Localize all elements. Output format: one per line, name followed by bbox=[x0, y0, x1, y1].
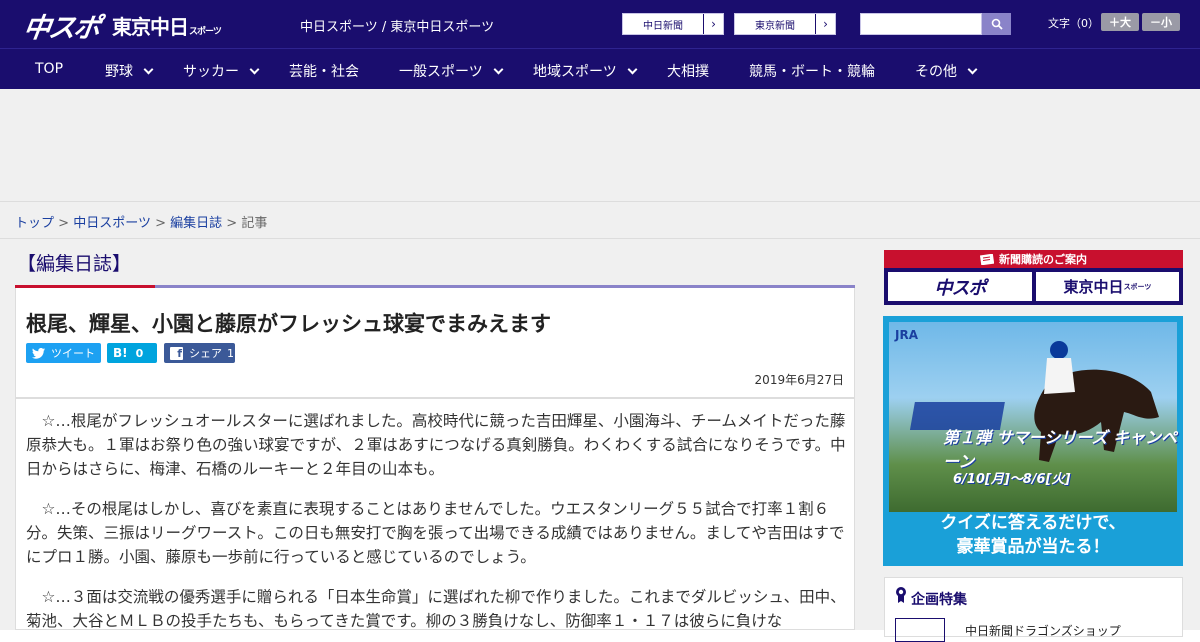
jra-campaign-title: 第１弾 サマーシリーズ キャンペーン bbox=[943, 428, 1178, 471]
facebook-icon: f bbox=[170, 346, 183, 360]
article-date: 2019年6月27日 bbox=[754, 373, 844, 387]
chevron-right-icon: › bbox=[703, 14, 723, 34]
feature-item-link[interactable]: 中日新聞ドラゴンズショップ bbox=[965, 622, 1121, 639]
nav-item-entertainment[interactable]: 芸能・社会 bbox=[289, 61, 359, 81]
nav-label: 大相撲 bbox=[667, 64, 709, 80]
chevron-down-icon bbox=[493, 64, 504, 74]
tweet-label: ツイート bbox=[51, 347, 95, 360]
nav-item-baseball[interactable]: 野球 bbox=[105, 61, 154, 81]
breadcrumb-chunichi-sports[interactable]: 中日スポーツ bbox=[73, 216, 151, 231]
jra-ad-copy: クイズに答えるだけで、 豪華賞品が当たる！ bbox=[883, 511, 1183, 559]
article-paragraph: ☆…３面は交流戦の優秀選手に贈られる「日本生命賞」に選ばれた柳で作りました。これ… bbox=[26, 588, 846, 630]
nav-item-racing[interactable]: 競馬・ボート・競輪 bbox=[749, 61, 875, 81]
chevron-down-icon bbox=[967, 64, 978, 74]
jra-ad-banner[interactable]: JRA 第１弾 サマーシリーズ キャンペーン 6/10[月]～8/6[火] クイ… bbox=[883, 316, 1183, 566]
nav-label: 野球 bbox=[105, 64, 133, 80]
feature-box: 企画特集 中日新聞ドラゴンズショップ bbox=[884, 577, 1183, 642]
chuspo-subscribe-logo[interactable]: 中スポ bbox=[888, 272, 1032, 301]
nav-item-general-sports[interactable]: 一般スポーツ bbox=[399, 61, 504, 81]
article-header-card: 根尾、輝星、小園と藤原がフレッシュ球宴でまみえます ツイート B! 0 f シェ… bbox=[15, 288, 855, 398]
nav-label: 芸能・社会 bbox=[289, 64, 359, 80]
chevron-down-icon bbox=[143, 64, 154, 74]
subscription-box[interactable]: 新聞購読のご案内 中スポ 東京中日 スポーツ bbox=[884, 250, 1183, 305]
breadcrumb-current: 記事 bbox=[241, 216, 268, 231]
nav-label: サッカー bbox=[183, 64, 239, 80]
search-icon bbox=[991, 18, 1003, 30]
search-input[interactable] bbox=[860, 13, 982, 35]
newspaper-icon bbox=[980, 253, 994, 265]
main-nav: TOP 野球 サッカー 芸能・社会 一般スポーツ 地域スポーツ 大相撲 競馬・ボ… bbox=[0, 48, 1200, 89]
tweet-button[interactable]: ツイート bbox=[26, 343, 101, 363]
tokyo-chunichi-logo-small: スポーツ bbox=[189, 27, 222, 37]
tokyo-chunichi-subscribe-small: スポーツ bbox=[1123, 282, 1152, 291]
chevron-down-icon bbox=[627, 64, 638, 74]
share-label: シェア bbox=[189, 347, 222, 360]
breadcrumb-top[interactable]: トップ bbox=[15, 216, 54, 231]
article-headline: 根尾、輝星、小園と藤原がフレッシュ球宴でまみえます bbox=[26, 312, 551, 336]
tokyo-chunichi-logo-text: 東京中日 bbox=[112, 15, 189, 39]
tokyo-chunichi-subscribe-logo[interactable]: 東京中日 スポーツ bbox=[1036, 272, 1179, 301]
facebook-share-button[interactable]: f シェア 1 bbox=[164, 343, 235, 363]
nav-item-sumo[interactable]: 大相撲 bbox=[667, 61, 709, 81]
nav-item-other[interactable]: その他 bbox=[915, 61, 978, 81]
font-larger-button[interactable]: ＋大 bbox=[1101, 13, 1139, 31]
font-size-label: 文字（0） bbox=[1048, 17, 1099, 30]
hatena-bookmark-button[interactable]: B! 0 bbox=[107, 343, 157, 363]
ad-banner-space bbox=[0, 89, 1200, 201]
nav-label: 競馬・ボート・競輪 bbox=[749, 64, 875, 80]
article-paragraph: ☆…その根尾はしかし、喜びを素直に表現することはありませんでした。ウエスタンリー… bbox=[26, 500, 845, 566]
breadcrumb-section[interactable]: 編集日誌 bbox=[170, 216, 222, 231]
section-title: 【編集日誌】 bbox=[17, 253, 132, 275]
top-header: 中スポ 東京中日スポーツ 中日スポーツ / 東京中日スポーツ 中日新聞 › 東京… bbox=[0, 0, 1200, 48]
nav-label: その他 bbox=[915, 64, 957, 80]
nav-item-top[interactable]: TOP bbox=[35, 61, 63, 77]
tokyo-chunichi-subscribe-text: 東京中日 bbox=[1063, 278, 1124, 296]
subscription-header: 新聞購読のご案内 bbox=[884, 250, 1183, 268]
chunichi-shimbun-label: 中日新聞 bbox=[643, 20, 683, 32]
nav-item-local-sports[interactable]: 地域スポーツ bbox=[533, 61, 638, 81]
feature-thumbnail[interactable] bbox=[895, 618, 945, 642]
feature-title: 企画特集 bbox=[911, 592, 967, 608]
nav-label: 地域スポーツ bbox=[533, 64, 617, 80]
article-body: ☆…根尾がフレッシュオールスターに選ばれました。高校時代に競った吉田輝星、小園海… bbox=[15, 398, 855, 630]
chevron-down-icon bbox=[249, 64, 260, 74]
share-count: 1 bbox=[227, 346, 234, 360]
ribbon-icon bbox=[896, 587, 906, 603]
chuspo-logo[interactable]: 中スポ bbox=[21, 6, 101, 45]
hatena-count: 0 bbox=[135, 346, 144, 360]
breadcrumb: トップ > 中日スポーツ > 編集日誌 > 記事 bbox=[15, 212, 267, 231]
hatena-icon: B! bbox=[113, 346, 128, 360]
breadcrumb-bar: トップ > 中日スポーツ > 編集日誌 > 記事 bbox=[0, 201, 1200, 239]
jra-ad-copy-line1: クイズに答えるだけで、 bbox=[940, 513, 1126, 533]
subscription-title: 新聞購読のご案内 bbox=[999, 253, 1087, 266]
nav-label: 一般スポーツ bbox=[399, 64, 483, 80]
nav-item-soccer[interactable]: サッカー bbox=[183, 61, 260, 81]
chunichi-shimbun-link[interactable]: 中日新聞 › bbox=[622, 13, 724, 35]
font-smaller-button[interactable]: －小 bbox=[1142, 13, 1180, 31]
tokyo-shimbun-link[interactable]: 東京新聞 › bbox=[734, 13, 836, 35]
search-button[interactable] bbox=[982, 13, 1011, 35]
article-paragraph: ☆…根尾がフレッシュオールスターに選ばれました。高校時代に競った吉田輝星、小園海… bbox=[26, 412, 846, 478]
tokyo-chunichi-logo[interactable]: 東京中日スポーツ bbox=[112, 11, 222, 40]
chevron-right-icon: › bbox=[815, 14, 835, 34]
site-links[interactable]: 中日スポーツ / 東京中日スポーツ bbox=[300, 16, 494, 35]
tokyo-shimbun-label: 東京新聞 bbox=[755, 20, 795, 32]
nav-label: TOP bbox=[35, 61, 64, 77]
breadcrumb-sep: > bbox=[155, 216, 166, 231]
jra-logo: JRA bbox=[895, 328, 918, 342]
breadcrumb-sep: > bbox=[58, 216, 70, 231]
jra-ad-copy-line2: 豪華賞品が当たる！ bbox=[956, 537, 1110, 557]
twitter-icon bbox=[32, 347, 45, 359]
jra-campaign-dates: 6/10[月]～8/6[火] bbox=[953, 472, 1071, 487]
breadcrumb-sep: > bbox=[226, 216, 238, 231]
